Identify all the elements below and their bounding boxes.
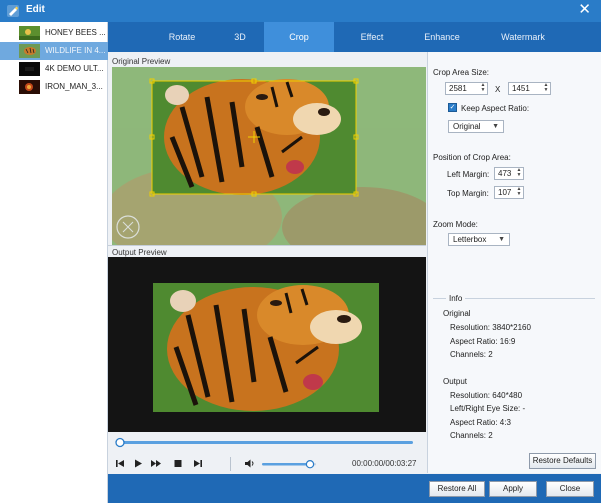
- timeline-track: [118, 441, 413, 444]
- skip-forward-icon[interactable]: [192, 457, 204, 470]
- crop-width-input[interactable]: 2581 ▲ ▼: [445, 82, 488, 95]
- window-title: Edit: [26, 4, 45, 15]
- output-preview: [108, 257, 426, 432]
- skip-back-icon[interactable]: [114, 457, 126, 470]
- file-item[interactable]: WILDLIFE IN 4...: [0, 42, 108, 60]
- aspect-ratio-value: Original: [453, 122, 481, 131]
- file-thumbnail: [19, 26, 40, 40]
- tab-crop[interactable]: Crop: [264, 22, 334, 52]
- output-preview-label: Output Preview: [112, 248, 167, 257]
- app-icon: [7, 5, 19, 17]
- fast-forward-icon[interactable]: [150, 457, 162, 470]
- file-item[interactable]: HONEY BEES ...: [0, 24, 108, 42]
- top-margin-input[interactable]: 107 ▲ ▼: [494, 186, 524, 199]
- spinner-arrows-icon[interactable]: ▲ ▼: [543, 83, 549, 94]
- file-thumbnail: [19, 44, 40, 58]
- top-margin-label: Top Margin:: [447, 189, 489, 198]
- file-name: IRON_MAN_3...: [45, 82, 103, 91]
- zoom-mode-dropdown[interactable]: Letterbox ▼: [448, 233, 510, 246]
- file-name: WILDLIFE IN 4...: [45, 46, 106, 55]
- tab-effect[interactable]: Effect: [344, 22, 400, 52]
- file-name: 4K DEMO ULT...: [45, 64, 104, 73]
- file-list: HONEY BEES ... WILDLIFE IN 4... 4K DEMO …: [0, 22, 108, 503]
- keep-aspect-label: Keep Aspect Ratio:: [461, 104, 530, 113]
- zoom-mode-value: Letterbox: [453, 235, 487, 244]
- info-original-aspect: Aspect Ratio: 16:9: [450, 337, 516, 346]
- aspect-ratio-dropdown[interactable]: Original ▼: [448, 120, 504, 133]
- info-output-lr-eye: Left/Right Eye Size: -: [450, 404, 526, 413]
- tab-watermark[interactable]: Watermark: [488, 22, 558, 52]
- volume-slider[interactable]: [260, 457, 320, 471]
- timecode: 00:00:00/00:03:27: [352, 459, 417, 468]
- left-margin-input[interactable]: 473 ▲ ▼: [494, 167, 524, 180]
- output-preview-image: [108, 257, 426, 432]
- chevron-down-icon: ▼: [492, 123, 499, 130]
- tab-rotate[interactable]: Rotate: [158, 22, 206, 52]
- timeline-handle: [115, 437, 125, 448]
- apply-button[interactable]: Apply: [489, 481, 537, 497]
- original-preview-label: Original Preview: [112, 57, 171, 66]
- file-item[interactable]: 4K DEMO ULT...: [0, 60, 108, 78]
- crop-height-value: 1451: [512, 84, 530, 93]
- crop-height-input[interactable]: 1451 ▲ ▼: [508, 82, 551, 95]
- player-controls: 00:00:00/00:03:27: [108, 454, 426, 474]
- timeline[interactable]: [108, 432, 426, 454]
- file-thumbnail: [19, 80, 40, 94]
- play-icon[interactable]: [132, 457, 144, 470]
- close-icon[interactable]: ✕: [578, 2, 591, 18]
- keep-aspect-checkbox[interactable]: ✓: [448, 103, 457, 112]
- file-thumbnail: [19, 62, 40, 76]
- spinner-arrows-icon[interactable]: ▲ ▼: [516, 168, 522, 179]
- spinner-arrows-icon[interactable]: ▲ ▼: [480, 83, 486, 94]
- left-margin-label: Left Margin:: [447, 170, 490, 179]
- tab-bar: Rotate 3D Crop Effect Enhance Watermark: [108, 22, 601, 52]
- volume-icon[interactable]: [244, 457, 256, 470]
- control-separator: [230, 457, 231, 471]
- info-original-channels: Channels: 2: [450, 350, 493, 359]
- position-crop-area-label: Position of Crop Area:: [433, 153, 511, 162]
- info-output-aspect: Aspect Ratio: 4:3: [450, 418, 511, 427]
- crop-width-value: 2581: [449, 84, 467, 93]
- title-bar: Edit ✕: [0, 0, 601, 22]
- crop-size-separator: X: [495, 85, 501, 94]
- original-preview-image: [112, 67, 426, 245]
- zoom-mode-label: Zoom Mode:: [433, 220, 478, 229]
- info-heading: Info: [446, 294, 466, 303]
- restore-defaults-button[interactable]: Restore Defaults: [529, 453, 596, 469]
- top-margin-value: 107: [498, 188, 512, 197]
- info-output-heading: Output: [443, 377, 468, 386]
- original-preview[interactable]: [112, 67, 426, 245]
- file-name: HONEY BEES ...: [45, 28, 106, 37]
- chevron-down-icon: ▼: [498, 236, 505, 243]
- tab-3d[interactable]: 3D: [216, 22, 264, 52]
- restore-all-button[interactable]: Restore All: [429, 481, 485, 497]
- info-original-resolution: Resolution: 3840*2160: [450, 323, 531, 332]
- close-button[interactable]: Close: [546, 481, 594, 497]
- preview-divider: [108, 245, 426, 246]
- file-item[interactable]: IRON_MAN_3...: [0, 78, 108, 96]
- info-original-heading: Original: [443, 309, 471, 318]
- spinner-arrows-icon[interactable]: ▲ ▼: [516, 187, 522, 198]
- stop-icon[interactable]: [172, 457, 184, 470]
- info-output-resolution: Resolution: 640*480: [450, 391, 523, 400]
- left-margin-value: 473: [498, 169, 512, 178]
- crop-area-size-label: Crop Area Size:: [433, 68, 490, 77]
- tab-enhance[interactable]: Enhance: [414, 22, 470, 52]
- info-output-channels: Channels: 2: [450, 431, 493, 440]
